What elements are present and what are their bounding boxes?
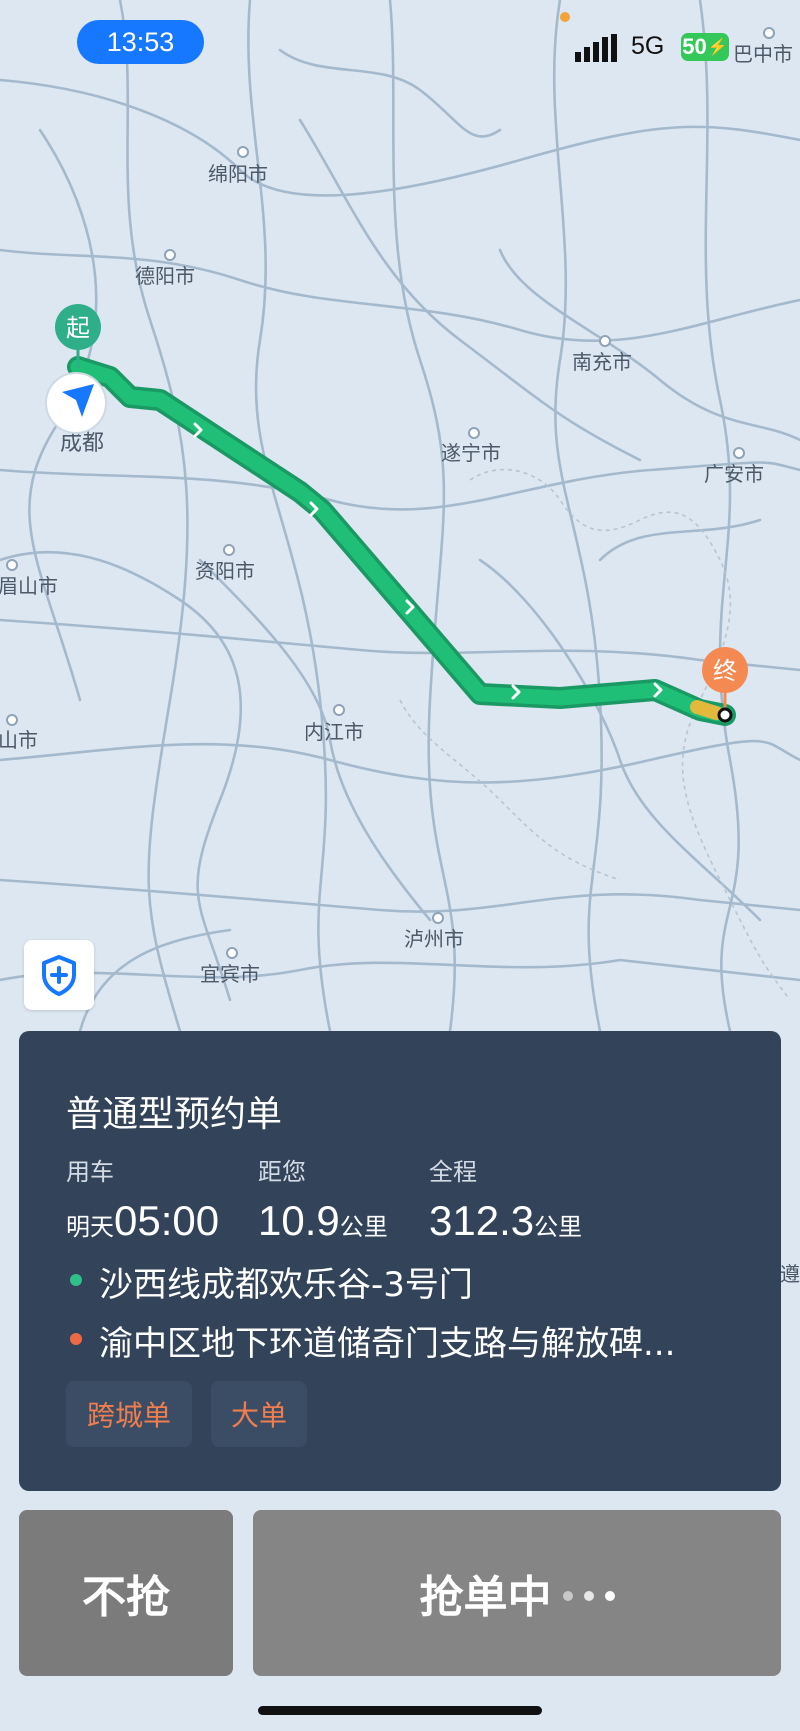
map-label-luzhou: 泸州市 (404, 927, 464, 951)
map-label-guangan: 广安市 (704, 462, 764, 486)
battery-icon: 50 ⚡ (681, 33, 729, 61)
map-label-mianyang: 绵阳市 (208, 162, 268, 186)
dropoff-address: 渝中区地下环道储奇门支路与解放碑... (99, 1324, 676, 1364)
map-label-leshan: 山市 (0, 728, 38, 752)
map-label-yibin: 宜宾市 (200, 962, 260, 986)
grab-order-button[interactable]: 抢单中 (253, 1510, 781, 1676)
distance-unit: 公里 (339, 1214, 388, 1241)
shield-plus-icon (42, 955, 76, 996)
map-label-ziyang: 资阳市 (195, 559, 255, 583)
end-marker-label: 终 (713, 657, 737, 685)
use-time-value: 05:00 (114, 1197, 220, 1244)
decline-label: 不抢 (82, 1572, 170, 1623)
use-time: 用车 明天05:00 (66, 1152, 219, 1245)
current-location-arrow (45, 372, 107, 434)
status-bar: 13:53 5G 50 ⚡ (0, 0, 800, 90)
distance-label: 距您 (258, 1158, 306, 1186)
map-label-suining: 遂宁市 (441, 441, 501, 465)
charging-icon: ⚡ (707, 39, 728, 56)
grab-label: 抢单中 (419, 1572, 552, 1623)
map-label-zun: 遵 (780, 1262, 800, 1286)
status-time: 13:53 (77, 20, 204, 64)
total-label: 全程 (429, 1158, 477, 1186)
network-type: 5G (631, 32, 665, 60)
use-time-prefix: 明天 (66, 1214, 114, 1241)
total-value: 312.3 (429, 1197, 535, 1244)
pickup-address: 沙西线成都欢乐谷-3号门 (99, 1265, 473, 1305)
order-title: 普通型预约单 (66, 1094, 283, 1135)
distance-to-you: 距您 10.9公里 (258, 1152, 388, 1245)
tag-cross-city: 跨城单 (66, 1381, 192, 1447)
battery-level: 50 (682, 34, 707, 59)
tag-large-order: 大单 (211, 1381, 307, 1447)
map-label-meishan: 眉山市 (0, 574, 58, 598)
total-distance: 全程 312.3公里 (429, 1152, 582, 1245)
use-time-label: 用车 (66, 1158, 114, 1186)
map-label-neijiang: 内江市 (304, 720, 364, 744)
map-label-deyang: 德阳市 (135, 264, 195, 288)
loading-dots-icon (552, 1568, 615, 1619)
start-marker-label: 起 (66, 314, 90, 342)
total-unit: 公里 (534, 1214, 583, 1241)
distance-value: 10.9 (258, 1197, 340, 1244)
signal-icon (575, 34, 617, 62)
map-label-nanchong: 南充市 (572, 350, 632, 374)
decline-button[interactable]: 不抢 (19, 1510, 233, 1676)
safety-shield-button[interactable] (24, 940, 94, 1010)
home-indicator[interactable] (258, 1706, 542, 1715)
pickup-dot (70, 1274, 82, 1286)
dropoff-dot (70, 1333, 82, 1345)
order-card[interactable]: 普通型预约单 用车 明天05:00 距您 10.9公里 全程 312.3公里 沙… (19, 1031, 781, 1491)
map-label-chengdu: 成都 (60, 431, 104, 456)
